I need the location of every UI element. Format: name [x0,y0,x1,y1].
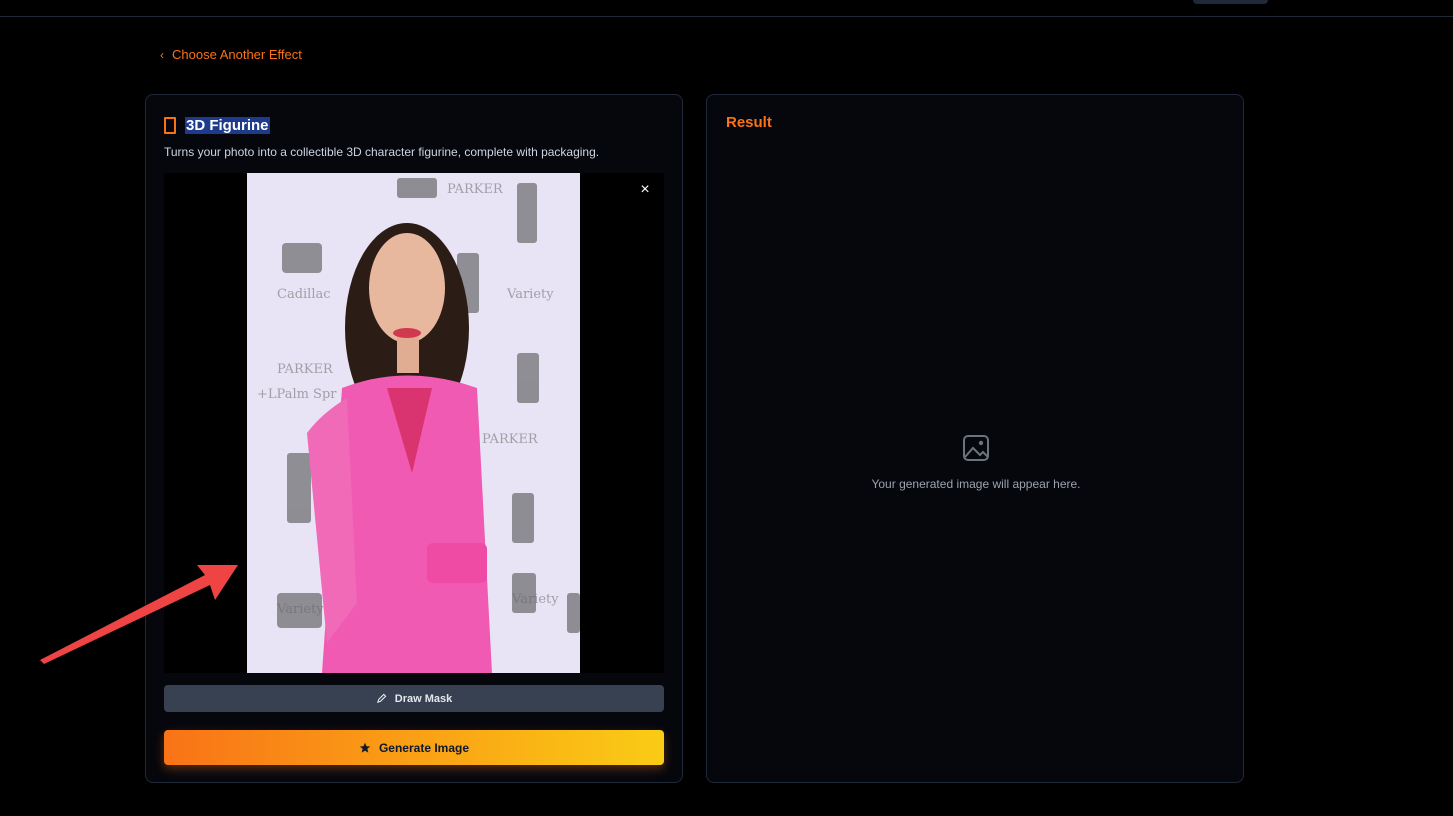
generate-image-label: Generate Image [378,740,470,755]
effect-panel: 3D Figurine Turns your photo into a coll… [145,94,683,783]
draw-mask-button[interactable]: Draw Mask [164,685,664,712]
result-panel: Result Your generated image will appear … [706,94,1244,783]
top-bar-button[interactable] [1193,0,1268,4]
pencil-icon [376,693,387,704]
generate-image-button[interactable]: Generate Image [164,730,664,765]
svg-text:+LPalm Spr: +LPalm Spr [257,387,337,402]
result-placeholder-text: Your generated image will appear here. [871,477,1081,491]
effect-title: 3D Figurine [185,117,270,134]
result-title: Result [726,114,772,131]
svg-text:PARKER: PARKER [482,432,539,447]
svg-text:PARKER: PARKER [277,362,334,377]
image-preview: Cadillac PARKER PARKER +LPalm Spr Variet… [164,173,664,673]
chevron-left-icon: ‹ [160,47,164,62]
svg-text:Cadillac: Cadillac [277,287,331,302]
effect-description: Turns your photo into a collectible 3D c… [164,145,600,159]
top-bar [0,0,1453,17]
draw-mask-label: Draw Mask [394,692,453,705]
star-icon [359,742,371,753]
svg-text:Variety: Variety [511,592,559,607]
svg-text:PARKER: PARKER [447,182,504,197]
back-link-label: Choose Another Effect [172,47,302,62]
svg-text:Variety: Variety [276,602,324,617]
phone-icon [164,117,176,134]
uploaded-photo-graphic: Cadillac PARKER PARKER +LPalm Spr Variet… [247,173,580,673]
effect-title-row: 3D Figurine [164,117,270,134]
svg-text:Variety: Variety [506,287,554,302]
choose-another-effect-link[interactable]: ‹ Choose Another Effect [160,47,302,62]
uploaded-photo: Cadillac PARKER PARKER +LPalm Spr Variet… [247,173,580,673]
close-icon: × [640,181,650,198]
remove-image-button[interactable]: × [636,181,654,199]
result-placeholder: Your generated image will appear here. [707,430,1245,491]
top-bar-fragment [250,0,300,2]
image-icon [963,435,989,461]
